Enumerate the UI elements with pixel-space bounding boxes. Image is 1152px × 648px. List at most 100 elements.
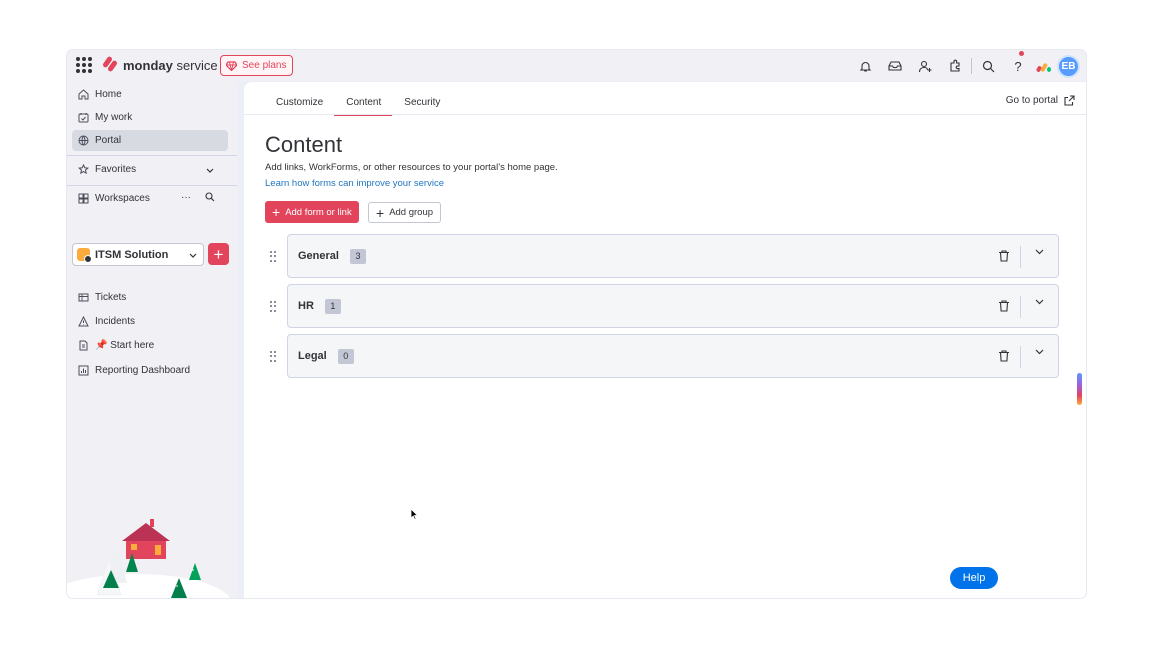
help-icon[interactable]: ? <box>1003 54 1033 78</box>
workspace-name: ITSM Solution <box>95 248 169 261</box>
group-name: General <box>298 250 339 262</box>
workspace-selector[interactable]: ITSM Solution <box>72 243 204 266</box>
monday-service-logo[interactable]: monday service <box>102 55 218 74</box>
workspaces-label: Workspaces <box>95 193 150 204</box>
see-plans-button[interactable]: See plans <box>220 55 294 76</box>
add-group-label: Add group <box>389 207 434 218</box>
sidebar-item-label: Home <box>95 89 122 100</box>
app-switcher-icon[interactable] <box>76 57 92 73</box>
top-bar-actions: ? EB <box>850 54 1080 78</box>
add-form-or-link-button[interactable]: + Add form or link <box>265 201 359 223</box>
sidebar-item-home[interactable]: Home <box>72 84 228 105</box>
avatar[interactable]: EB <box>1057 54 1080 78</box>
learn-more-link[interactable]: Learn how forms can improve your service <box>265 178 444 189</box>
drag-handle-icon[interactable] <box>270 251 276 262</box>
app-window: monday service See plans ? EB Home My wo… <box>67 50 1086 598</box>
scroll-indicator[interactable] <box>1077 373 1082 405</box>
page-subtitle: Add links, WorkForms, or other resources… <box>265 162 558 173</box>
plus-icon: + <box>272 204 281 220</box>
help-button[interactable]: Help <box>950 567 998 589</box>
sidebar-item-tickets[interactable]: Tickets <box>72 287 228 308</box>
tab-bar: Customize Content Security <box>264 93 451 116</box>
group-count-badge: 0 <box>337 348 354 364</box>
brand-name: monday service <box>123 57 218 73</box>
mouse-cursor-icon <box>410 508 418 520</box>
sidebar-item-reporting-dashboard[interactable]: Reporting Dashboard <box>72 360 228 381</box>
favorites-label: Favorites <box>95 164 137 175</box>
search-icon[interactable] <box>973 54 1003 78</box>
invite-members-icon[interactable] <box>910 54 940 78</box>
tab-security[interactable]: Security <box>392 93 451 115</box>
my-work-icon <box>77 112 89 124</box>
monday-logo-icon <box>102 55 118 74</box>
divider <box>67 155 237 156</box>
page-title: Content <box>265 132 343 157</box>
sidebar: Home My work Portal Favorites Workspaces… <box>67 81 237 598</box>
chevron-down-icon[interactable] <box>206 165 214 175</box>
doc-icon <box>77 340 89 352</box>
apps-icon[interactable] <box>940 54 970 78</box>
sidebar-item-label: Tickets <box>95 292 127 303</box>
board-icon <box>77 292 89 304</box>
sidebar-item-label: Portal <box>95 135 122 146</box>
tab-divider <box>244 114 1086 115</box>
portal-icon <box>77 135 89 147</box>
sidebar-item-portal[interactable]: Portal <box>72 130 228 151</box>
workspace-actions: ··· <box>181 192 215 205</box>
add-form-label: Add form or link <box>285 206 352 218</box>
top-bar: monday service See plans ? EB <box>67 50 1086 81</box>
group-count-badge: 3 <box>349 248 366 264</box>
content-group-general[interactable]: General 3 <box>270 234 1059 278</box>
divider <box>1020 246 1021 268</box>
content-group-hr[interactable]: HR 1 <box>270 284 1059 328</box>
chevron-down-icon[interactable] <box>1035 349 1044 355</box>
notification-dot <box>1019 51 1024 56</box>
sidebar-item-label: My work <box>95 112 133 123</box>
workspace-badge-icon <box>77 248 92 263</box>
group-count-badge: 1 <box>324 298 341 314</box>
divider <box>1020 296 1021 318</box>
tab-content[interactable]: Content <box>334 93 393 116</box>
add-to-workspace-button[interactable]: + <box>208 243 229 265</box>
see-plans-label: See plans <box>242 60 287 71</box>
sidebar-item-start-here[interactable]: 📌 Start here <box>72 335 228 356</box>
divider <box>67 185 237 186</box>
home-icon <box>77 89 89 101</box>
search-icon[interactable] <box>205 192 215 205</box>
tab-customize[interactable]: Customize <box>264 93 334 115</box>
add-group-button[interactable]: + Add group <box>368 202 442 223</box>
monday-products-icon[interactable] <box>1035 60 1053 73</box>
workspaces-icon <box>77 193 89 205</box>
go-to-portal-link[interactable]: Go to portal <box>1006 95 1075 106</box>
external-link-icon <box>1064 95 1075 106</box>
drag-handle-icon[interactable] <box>270 351 276 362</box>
chevron-down-icon[interactable] <box>1035 249 1044 255</box>
group-name: Legal <box>298 350 327 362</box>
sidebar-item-label: Incidents <box>95 316 136 327</box>
sidebar-item-incidents[interactable]: Incidents <box>72 311 228 332</box>
sidebar-item-favorites[interactable]: Favorites <box>72 159 228 180</box>
trash-icon[interactable] <box>997 349 1011 363</box>
more-icon[interactable]: ··· <box>181 192 191 205</box>
sidebar-item-my-work[interactable]: My work <box>72 107 228 128</box>
chevron-down-icon[interactable] <box>1035 299 1044 305</box>
trash-icon[interactable] <box>997 299 1011 313</box>
trash-icon[interactable] <box>997 249 1011 263</box>
chevron-down-icon <box>189 250 197 260</box>
go-to-portal-label: Go to portal <box>1005 95 1058 106</box>
inbox-icon[interactable] <box>880 54 910 78</box>
divider <box>971 58 972 74</box>
divider <box>1020 346 1021 368</box>
diamond-icon <box>226 60 237 71</box>
star-icon <box>77 164 89 176</box>
notifications-icon[interactable] <box>850 54 880 78</box>
drag-handle-icon[interactable] <box>270 301 276 312</box>
content-group-legal[interactable]: Legal 0 <box>270 334 1059 378</box>
plus-icon: + <box>376 204 385 221</box>
main-panel: Customize Content Security Go to portal … <box>244 82 1086 598</box>
sidebar-item-label: Reporting Dashboard <box>95 365 191 376</box>
warning-icon <box>77 316 89 328</box>
winter-house-illustration <box>67 519 231 598</box>
group-name: HR <box>298 300 314 312</box>
sidebar-item-workspaces[interactable]: Workspaces ··· <box>72 188 228 209</box>
